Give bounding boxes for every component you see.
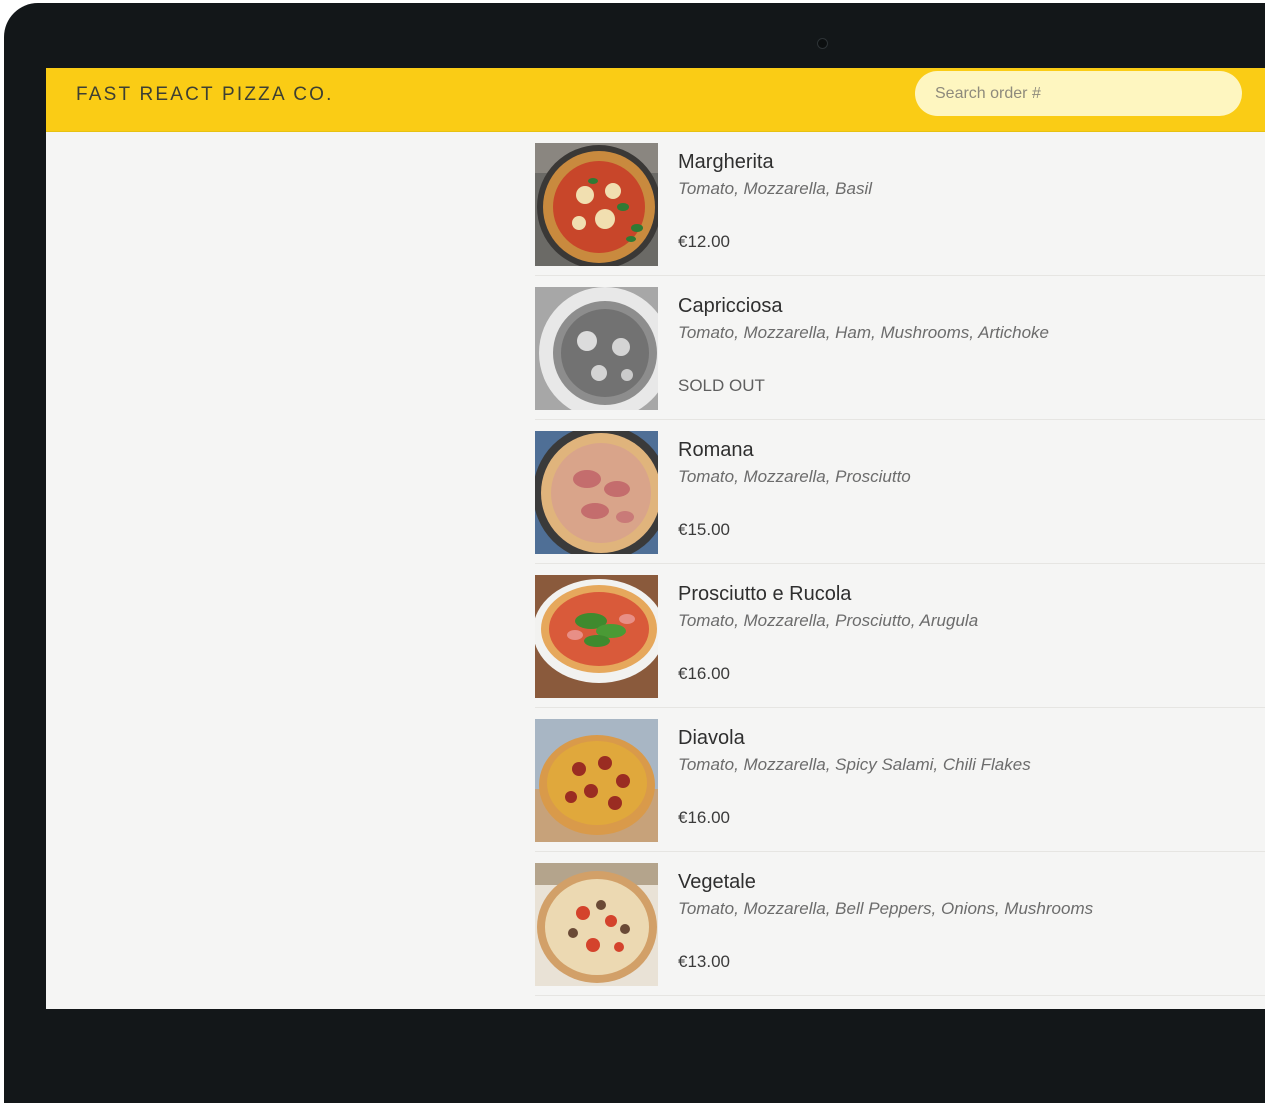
pizza-image-capricciosa bbox=[535, 287, 658, 410]
menu-list: Margherita Tomato, Mozzarella, Basil €12… bbox=[535, 132, 1265, 996]
pizza-name: Prosciutto e Rucola bbox=[678, 583, 852, 605]
pizza-name: Capricciosa bbox=[678, 295, 783, 317]
pizza-price: €16.00 bbox=[678, 808, 730, 827]
pizza-price: €16.00 bbox=[678, 664, 730, 683]
pizza-name: Diavola bbox=[678, 727, 745, 749]
pizza-ingredients: Tomato, Mozzarella, Bell Peppers, Onions… bbox=[678, 899, 1094, 918]
pizza-ingredients: Tomato, Mozzarella, Prosciutto bbox=[678, 467, 911, 486]
camera-dot bbox=[817, 38, 828, 49]
app-header: FAST REACT PIZZA CO. bbox=[46, 68, 1265, 132]
app-screen: FAST REACT PIZZA CO. Search order # Marg… bbox=[46, 68, 1265, 1009]
pizza-price: €15.00 bbox=[678, 520, 730, 539]
menu-item-margherita: Margherita Tomato, Mozzarella, Basil €12… bbox=[535, 132, 1265, 276]
pizza-image-prosciutto-e-rucola bbox=[535, 575, 658, 698]
pizza-ingredients: Tomato, Mozzarella, Prosciutto, Arugula bbox=[678, 611, 979, 630]
search-order-input[interactable] bbox=[915, 71, 1242, 116]
menu-item-diavola: Diavola Tomato, Mozzarella, Spicy Salami… bbox=[535, 708, 1265, 852]
pizza-ingredients: Tomato, Mozzarella, Basil bbox=[678, 179, 873, 198]
pizza-image-diavola bbox=[535, 719, 658, 842]
menu-item-vegetale: Vegetale Tomato, Mozzarella, Bell Pepper… bbox=[535, 852, 1265, 996]
logo-link[interactable]: FAST REACT PIZZA CO. bbox=[76, 83, 334, 107]
pizza-ingredients: Tomato, Mozzarella, Ham, Mushrooms, Arti… bbox=[678, 323, 1049, 342]
pizza-name: Vegetale bbox=[678, 871, 756, 893]
menu-item-capricciosa: Capricciosa Tomato, Mozzarella, Ham, Mus… bbox=[535, 276, 1265, 420]
pizza-image-margherita bbox=[535, 143, 658, 266]
pizza-image-romana bbox=[535, 431, 658, 554]
menu-item-prosciutto-e-rucola: Prosciutto e Rucola Tomato, Mozzarella, … bbox=[535, 564, 1265, 708]
menu-item-romana: Romana Tomato, Mozzarella, Prosciutto €1… bbox=[535, 420, 1265, 564]
pizza-ingredients: Tomato, Mozzarella, Spicy Salami, Chili … bbox=[678, 755, 1031, 774]
pizza-name: Romana bbox=[678, 439, 754, 461]
sold-out-label: SOLD OUT bbox=[678, 376, 765, 395]
pizza-name: Margherita bbox=[678, 151, 774, 173]
pizza-price: €12.00 bbox=[678, 232, 730, 251]
pizza-price: €13.00 bbox=[678, 952, 730, 971]
pizza-image-vegetale bbox=[535, 863, 658, 986]
